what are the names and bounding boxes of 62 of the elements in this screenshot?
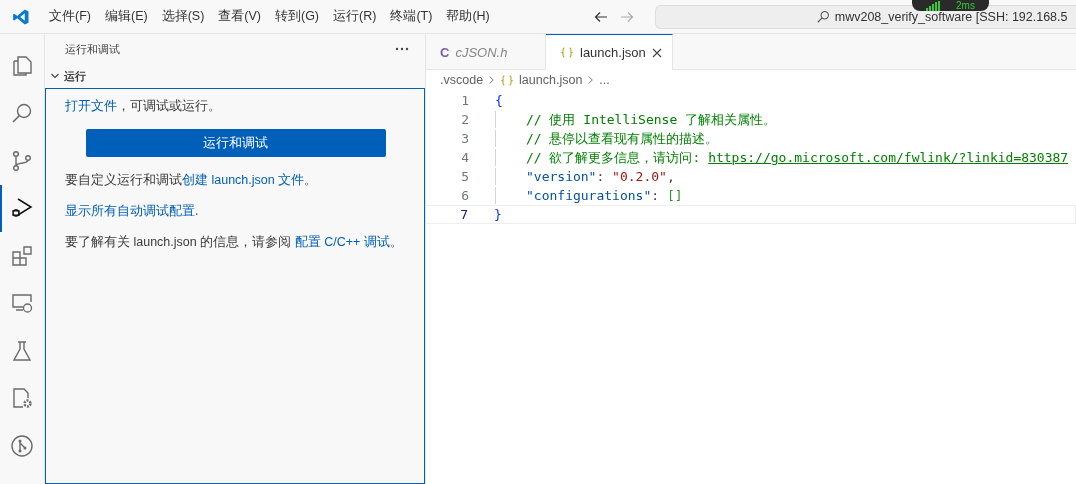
c-file-icon: C xyxy=(440,44,450,60)
menu-item[interactable]: 转到(G) xyxy=(268,8,327,25)
code-token: : xyxy=(651,188,661,203)
run-and-debug-button[interactable]: 运行和调试 xyxy=(85,129,386,157)
editor-tab[interactable]: launch.json xyxy=(546,34,673,70)
help-text: 要了解有关 launch.json 的信息，请参阅 配置 C/C++ 调试。 xyxy=(65,234,404,251)
menu-item[interactable]: 查看(V) xyxy=(211,8,268,25)
breadcrumb-item[interactable]: launch.json xyxy=(519,73,583,87)
menu-item[interactable]: 终端(T) xyxy=(383,8,440,25)
code-token: // 欲了解更多信息，请访问: xyxy=(526,148,702,167)
git-graph-icon xyxy=(10,433,34,458)
help-text: 显示所有自动调试配置. xyxy=(65,203,200,220)
sidebar-title: 运行和调试 xyxy=(65,41,120,57)
files-icon xyxy=(10,53,34,78)
code-token: "version" xyxy=(526,169,597,184)
more-actions-icon[interactable] xyxy=(395,47,409,51)
link[interactable]: 配置 C/C++ 调试 xyxy=(294,235,390,249)
code-token: https://go.microsoft.com/fwlink/?linkid=830387 xyxy=(708,150,1069,165)
menu-item[interactable]: 文件(F) xyxy=(42,8,98,25)
app-logo-icon xyxy=(12,7,30,26)
help-text: 打开文件，可调试或运行。 xyxy=(65,98,222,115)
menu-item[interactable]: 选择(S) xyxy=(154,8,212,25)
menu-item[interactable]: 编辑(E) xyxy=(97,8,155,25)
braces-icon xyxy=(560,47,574,58)
line-number: 6 xyxy=(460,188,469,203)
code-token: [] xyxy=(666,188,683,203)
code-token: } xyxy=(494,207,502,222)
flask-icon xyxy=(10,338,34,363)
code-token: "configurations" xyxy=(526,188,652,203)
line-number: 3 xyxy=(460,131,469,146)
code-token: // 悬停以查看现有属性的描述。 xyxy=(526,129,719,148)
link[interactable]: 显示所有自动调试配置 xyxy=(65,204,195,218)
section-header[interactable]: 运行 xyxy=(45,64,425,88)
line-number: 7 xyxy=(459,207,468,222)
menu-item[interactable]: 运行(R) xyxy=(326,8,384,25)
chevron-icon xyxy=(50,71,60,81)
code-token: "0.2.0" xyxy=(612,169,667,184)
file-gear-icon xyxy=(10,386,34,411)
help-text: 要自定义运行和调试创建 launch.json 文件。 xyxy=(65,172,319,189)
line-number: 1 xyxy=(460,93,469,108)
chevron-right-icon xyxy=(488,75,496,85)
search-icon xyxy=(815,9,830,24)
line-number: 5 xyxy=(460,169,469,184)
breadcrumb-item[interactable]: .vscode xyxy=(440,73,484,87)
remote-explorer-icon xyxy=(10,291,34,316)
link[interactable]: 创建 launch.json 文件 xyxy=(182,173,305,187)
source-control-icon xyxy=(10,148,34,173)
link[interactable]: 打开文件 xyxy=(65,99,117,113)
code-token: : xyxy=(596,169,606,184)
signal-icon xyxy=(926,0,940,11)
line-number: 4 xyxy=(460,150,469,165)
chevron-right-icon xyxy=(587,75,595,85)
braces-icon xyxy=(500,74,515,86)
menu-item[interactable]: 帮助(H) xyxy=(439,8,497,25)
latency-badge: 2ms xyxy=(912,0,989,11)
breadcrumb-item[interactable]: ... xyxy=(599,73,610,87)
extensions-icon xyxy=(10,243,34,268)
line-number: 2 xyxy=(460,112,469,127)
code-token: { xyxy=(495,93,503,108)
close-icon[interactable] xyxy=(651,47,662,58)
code-token: // 使用 IntelliSense 了解相关属性。 xyxy=(526,110,777,129)
code-token: , xyxy=(666,169,675,184)
